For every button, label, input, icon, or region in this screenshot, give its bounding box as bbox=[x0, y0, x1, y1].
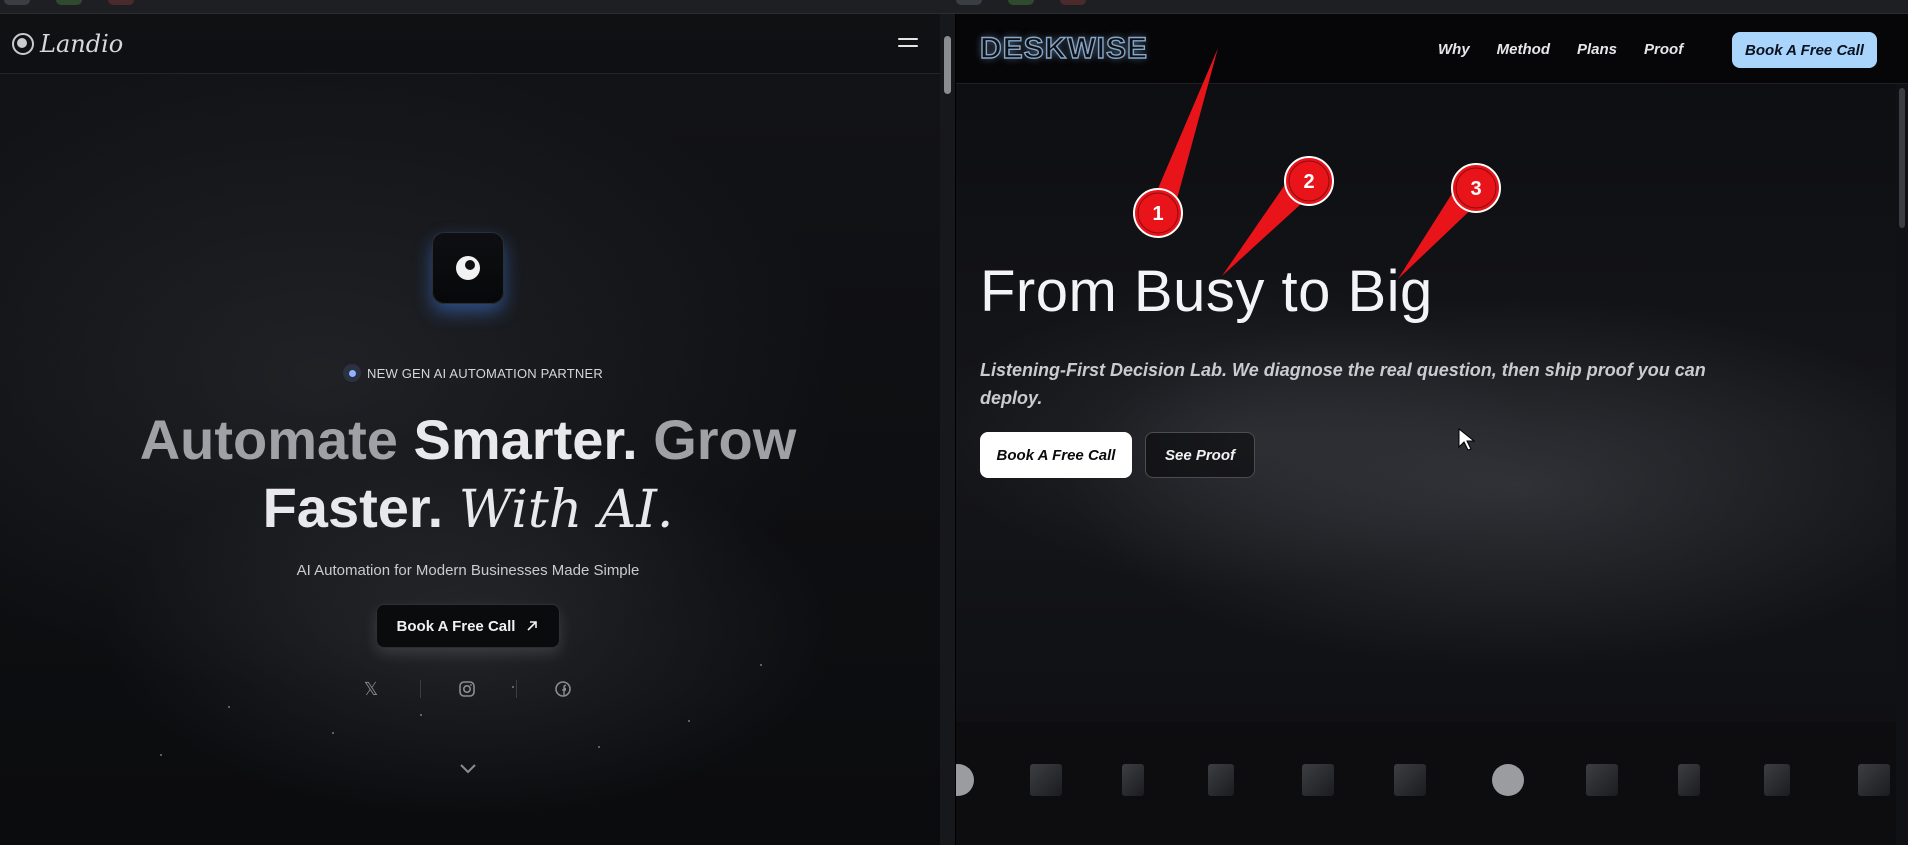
landio-logo[interactable]: Landio bbox=[12, 30, 123, 58]
globe-icon bbox=[456, 256, 480, 280]
menu-icon[interactable] bbox=[898, 36, 918, 50]
book-call-label: Book A Free Call bbox=[396, 617, 516, 635]
left-scrollbar[interactable] bbox=[940, 14, 955, 845]
facebook-icon[interactable] bbox=[552, 678, 574, 700]
scroll-down-chevron-icon[interactable] bbox=[458, 762, 478, 776]
status-dot-icon bbox=[343, 364, 361, 382]
hero-globe-badge bbox=[432, 232, 504, 304]
hero-headline: Automate Smarter. Grow Faster. With AI. bbox=[80, 406, 856, 544]
hero-subtitle: Listening-First Decision Lab. We diagnos… bbox=[980, 360, 1706, 408]
marquee-thumbnail bbox=[1858, 764, 1890, 796]
screen: Landio NEW GEN AI AUTOMATION PARTNER Aut… bbox=[0, 0, 1908, 845]
left-browser-pane: Landio NEW GEN AI AUTOMATION PARTNER Aut… bbox=[0, 14, 940, 845]
tab-pill[interactable] bbox=[1008, 0, 1034, 5]
tab-pill[interactable] bbox=[108, 0, 134, 5]
landio-brand-name: Landio bbox=[40, 30, 124, 58]
nav-links: Why Method Plans Proof bbox=[1438, 41, 1710, 58]
headline-automate: Automate bbox=[139, 408, 414, 471]
marquee-thumbnail bbox=[1122, 764, 1144, 796]
marquee-logo bbox=[1492, 764, 1524, 796]
headline-with-ai: With AI. bbox=[458, 480, 674, 540]
headline-faster: Faster. bbox=[262, 476, 459, 539]
see-proof-button[interactable]: See Proof bbox=[1145, 432, 1255, 478]
nav-book-call-button[interactable]: Book A Free Call bbox=[1732, 32, 1877, 68]
marquee-logo bbox=[956, 764, 974, 796]
right-browser-pane: DESKWISE Why Method Plans Proof Book A F… bbox=[956, 14, 1908, 845]
arrow-up-right-icon bbox=[527, 621, 538, 631]
tab-pill[interactable] bbox=[1060, 0, 1086, 5]
marquee-thumbnail bbox=[1030, 764, 1062, 796]
mouse-cursor-icon bbox=[1458, 428, 1476, 451]
nav-link-plans[interactable]: Plans bbox=[1577, 41, 1617, 58]
headline-smarter: Smarter. bbox=[413, 408, 654, 471]
tab-pill[interactable] bbox=[956, 0, 982, 5]
deskwise-navbar: DESKWISE Why Method Plans Proof Book A F… bbox=[956, 14, 1908, 84]
book-call-button[interactable]: Book A Free Call bbox=[376, 604, 560, 648]
hero-subline: AI Automation for Modern Businesses Made… bbox=[296, 562, 640, 579]
marquee-thumbnail bbox=[1764, 764, 1790, 796]
marquee-thumbnail bbox=[1208, 764, 1234, 796]
right-scrollbar[interactable] bbox=[1896, 84, 1908, 845]
marquee-thumbnail bbox=[1586, 764, 1618, 796]
tagline-badge: NEW GEN AI AUTOMATION PARTNER bbox=[343, 364, 603, 382]
marquee-thumbnail bbox=[1394, 764, 1426, 796]
hero-title: From Busy to Big bbox=[980, 259, 1433, 324]
x-icon[interactable]: 𝕏 bbox=[360, 678, 382, 700]
nav-link-method[interactable]: Method bbox=[1497, 41, 1550, 58]
nav-link-proof[interactable]: Proof bbox=[1644, 41, 1683, 58]
tab-pill[interactable] bbox=[56, 0, 82, 5]
logo-marquee bbox=[956, 722, 1908, 845]
browser-tab-strip bbox=[0, 0, 1908, 14]
tab-pill[interactable] bbox=[4, 0, 30, 5]
deskwise-logo[interactable]: DESKWISE bbox=[979, 31, 1148, 66]
marquee-thumbnail bbox=[1678, 764, 1700, 796]
tagline-text: NEW GEN AI AUTOMATION PARTNER bbox=[367, 365, 603, 381]
marquee-thumbnail bbox=[1302, 764, 1334, 796]
social-links: 𝕏 bbox=[360, 678, 576, 700]
book-free-call-button[interactable]: Book A Free Call bbox=[980, 432, 1132, 478]
landio-navbar: Landio bbox=[0, 14, 940, 74]
headline-grow: Grow bbox=[653, 408, 797, 471]
landio-logo-icon bbox=[12, 33, 34, 55]
instagram-icon[interactable] bbox=[456, 678, 478, 700]
nav-link-why[interactable]: Why bbox=[1438, 41, 1470, 58]
